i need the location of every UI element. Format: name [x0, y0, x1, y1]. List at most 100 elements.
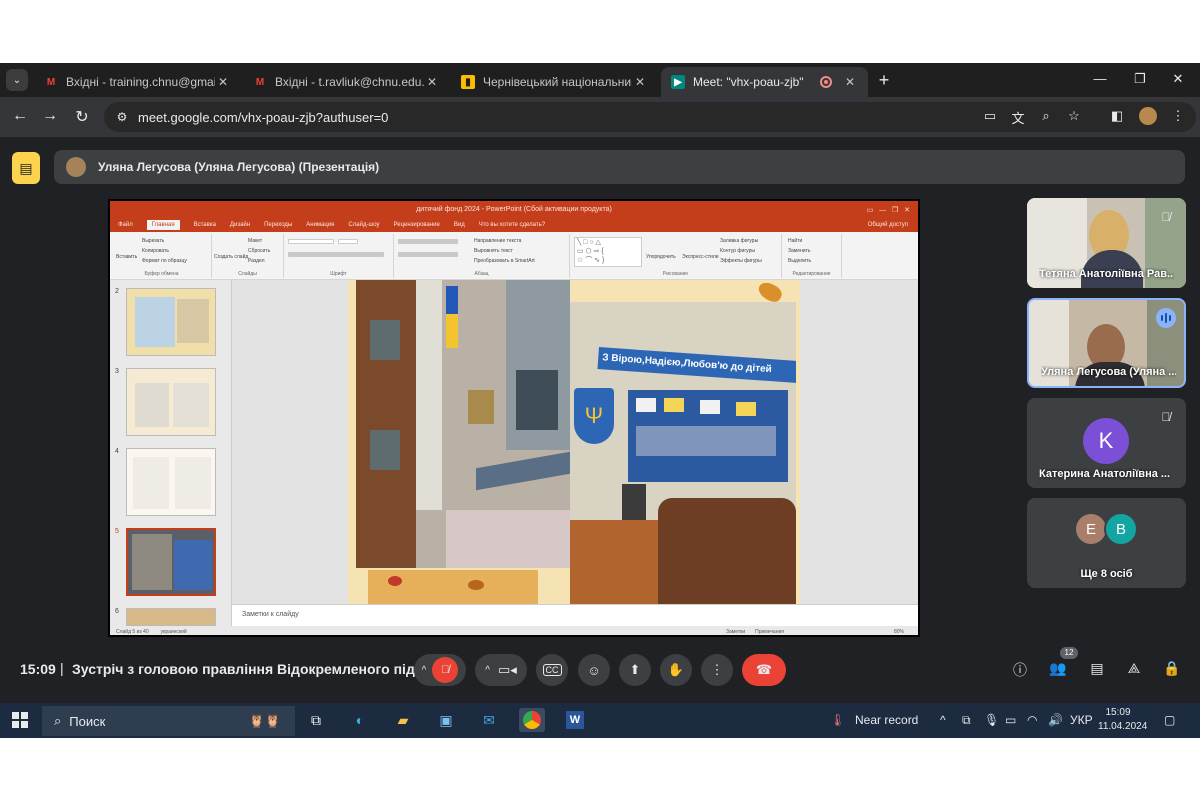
camera-icon[interactable]: ▭ [980, 108, 1000, 124]
close-icon[interactable]: ✕ [215, 75, 231, 89]
tab-title: Чернівецький національний у [483, 75, 632, 89]
chevron-up-icon[interactable]: ^ [422, 665, 427, 676]
side-panel-icon[interactable]: ◧ [1107, 108, 1127, 124]
pp-group-label: Редактирование [792, 271, 831, 277]
participant-tile-more[interactable]: E B Ще 8 осіб [1027, 498, 1186, 588]
new-tab-button[interactable]: + [874, 70, 894, 91]
captions-button[interactable]: CC [536, 654, 568, 686]
pp-shape-fill: Заливка фигуры [720, 238, 759, 244]
clock-date: 11.04.2024 [1098, 721, 1148, 732]
slide-photo-room: З Вірою,Надією,Любов'ю до дітей Ψ [570, 302, 796, 604]
pp-find: Найти [788, 238, 803, 244]
tray-chevron-up-icon[interactable]: ^ [940, 713, 946, 727]
present-button[interactable]: ⬆ [619, 654, 651, 686]
video-camera-icon[interactable]: ▭◂ [498, 662, 517, 678]
close-icon[interactable]: ✕ [632, 75, 648, 89]
owls-icon: 🦉🦉 [248, 713, 281, 728]
volume-icon[interactable]: 🔊 [1048, 713, 1063, 727]
present-screen-icon: ⬆ [629, 662, 641, 677]
presentation-icon[interactable]: ▤ [12, 152, 40, 184]
hand-icon: ✋ [667, 662, 685, 677]
pp-cut: Вырезать [142, 238, 165, 244]
pp-group-slides: Создать слайд Макет Сбросить Раздел Слай… [212, 234, 284, 278]
notification-icon[interactable]: ▢ [1164, 713, 1175, 727]
info-icon[interactable]: ⓘ [1008, 660, 1032, 682]
gmail-icon: M [46, 76, 56, 88]
store-icon[interactable]: ▣ [433, 708, 459, 732]
task-view-icon[interactable]: ⧉ [303, 708, 329, 732]
pp-tab-selected: Главная [146, 220, 180, 230]
people-icon[interactable]: 👥 [1046, 660, 1070, 682]
pp-arrange: Упорядочить [646, 254, 676, 260]
clock-time: 15:09 [1105, 707, 1131, 718]
participant-name: Уляна Легусова (Уляна ... [1041, 366, 1176, 378]
leave-call-button[interactable]: ☎ [742, 654, 786, 686]
pp-status-bar: Слайд 5 из 40 украинский Заметки Примеча… [110, 626, 918, 635]
tab-gmail-ravliuk[interactable]: M Вхідні - t.ravliuk@chnu.edu.ua ✕ [243, 67, 450, 97]
site-info-icon[interactable]: ⚙ [112, 110, 132, 124]
translate-icon[interactable]: 文 [1008, 108, 1028, 127]
mic-toggle[interactable]: ^ 🎙̸ [414, 654, 466, 686]
language-indicator[interactable]: УКР [1070, 713, 1093, 727]
address-bar[interactable]: ⚙ meet.google.com/vhx-poau-zjb?authuser=… [104, 102, 1196, 132]
pp-quick-styles: Экспресс-стили [682, 254, 719, 260]
pp-paste: Вставить [116, 254, 138, 260]
chrome-icon[interactable] [519, 708, 545, 732]
mic-off-icon: 🎙̸ [1161, 210, 1171, 224]
participant-tile-kateryna[interactable]: 🎙̸ K Катерина Анатоліївна ... [1027, 398, 1186, 488]
meet-tray-icon[interactable]: ⧉ [962, 713, 971, 728]
host-controls-lock-icon[interactable]: 🔒 [1160, 660, 1184, 682]
pp-tab: Переходы [264, 222, 293, 228]
presenter-avatar [66, 157, 86, 177]
battery-icon[interactable]: ▭ [1005, 713, 1016, 727]
reactions-button[interactable]: ☺ [578, 654, 610, 686]
wifi-icon[interactable]: ◠ [1027, 713, 1037, 727]
window-close-icon[interactable]: ✕ [1168, 71, 1188, 87]
zoom-icon[interactable]: ⌕ [1036, 108, 1056, 124]
edge-icon[interactable]: ◐ [347, 708, 373, 732]
meet-icon: ▶ [671, 75, 685, 89]
participant-tile-uliana[interactable]: Уляна Легусова (Уляна ... [1027, 298, 1186, 388]
minimize-icon[interactable]: — [1090, 71, 1110, 86]
participant-name: Тетяна Анатоліївна Рав... [1039, 268, 1174, 280]
mail-icon[interactable]: ✉ [476, 708, 502, 732]
tab-meet[interactable]: ▶ Meet: "vhx-poau-zjb" ✕ [661, 67, 868, 97]
profile-avatar[interactable] [1138, 107, 1158, 128]
windows-start-icon[interactable] [12, 712, 28, 728]
word-icon[interactable]: W [562, 708, 588, 732]
windows-taskbar: ⌕ Поиск 🦉🦉 ⧉ ◐ ▰ ▣ ✉ W 🌡 Near record ^ ⧉… [0, 703, 1200, 738]
bookmark-star-icon[interactable]: ☆ [1064, 108, 1084, 124]
back-icon[interactable]: ← [10, 107, 30, 125]
more-options-button[interactable]: ⋮ [701, 654, 733, 686]
tab-search-button[interactable]: ⌄ [6, 69, 28, 91]
pp-shape-effects: Эффекты фигуры [720, 258, 762, 264]
chevron-up-icon[interactable]: ^ [485, 665, 490, 676]
tab-title: Meet: "vhx-poau-zjb" [693, 75, 804, 89]
pp-select: Выделить [788, 258, 812, 264]
more-vert-icon: ⋮ [710, 662, 724, 677]
camera-toggle[interactable]: ^ ▭◂ [475, 654, 527, 686]
pp-copy: Копировать [142, 248, 169, 254]
close-icon[interactable]: ✕ [424, 75, 440, 89]
slide-photo-building [356, 280, 570, 568]
taskbar-search[interactable]: ⌕ Поиск 🦉🦉 [42, 706, 295, 736]
pp-new-slide: Создать слайд [214, 254, 249, 260]
microphone-icon[interactable]: 🎙 [984, 713, 999, 727]
meeting-time: 15:09 [20, 661, 56, 677]
tab-chnu[interactable]: ▮ Чернівецький національний у ✕ [451, 67, 658, 97]
activities-icon[interactable]: ⟁ [1122, 660, 1146, 682]
pp-thumbnails: 2 3 4 5 6 [110, 280, 232, 626]
forward-icon[interactable]: → [40, 107, 60, 125]
chat-icon[interactable]: ▤ [1085, 660, 1109, 682]
close-icon[interactable]: ✕ [842, 75, 858, 89]
thumb-number: 5 [115, 528, 119, 535]
participant-tile-tetiana[interactable]: 🎙̸ Тетяна Анатоліївна Рав... [1027, 198, 1186, 288]
mic-off-icon[interactable]: 🎙̸ [432, 657, 459, 683]
tab-gmail-training[interactable]: M Вхідні - training.chnu@gmail.com ✕ [34, 67, 241, 97]
taskbar-clock[interactable]: 15:09 11.04.2024 [1098, 706, 1148, 734]
menu-kebab-icon[interactable]: ⋮ [1168, 108, 1188, 124]
reload-icon[interactable]: ↻ [72, 107, 92, 127]
restore-icon[interactable]: ❐ [1130, 71, 1150, 87]
raise-hand-button[interactable]: ✋ [660, 654, 692, 686]
file-explorer-icon[interactable]: ▰ [390, 708, 416, 732]
